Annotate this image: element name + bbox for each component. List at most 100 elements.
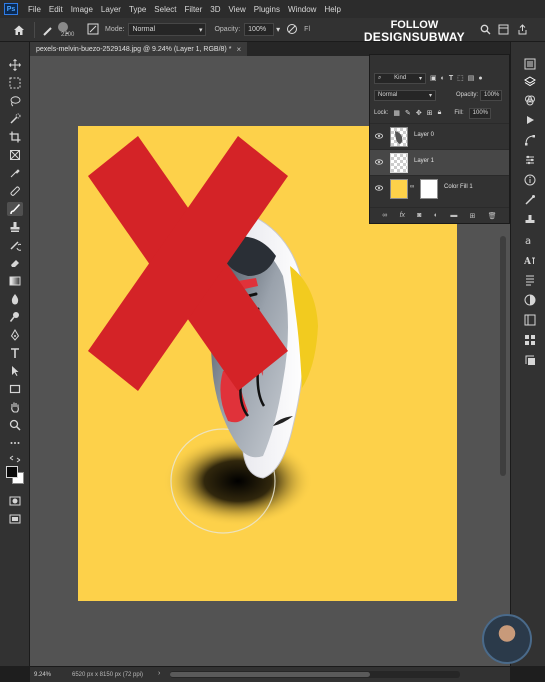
eye-icon[interactable] [375,132,383,140]
eyedropper-tool-icon[interactable] [7,166,23,180]
horizontal-scrollbar[interactable] [170,671,460,678]
quick-mask-icon[interactable] [7,494,23,508]
brushes-panel-icon[interactable] [524,194,536,206]
group-icon[interactable]: ▬ [450,212,457,219]
chevron-down-icon[interactable]: ▾ [276,25,280,34]
channels-panel-icon[interactable] [524,94,536,106]
swap-colors-icon[interactable] [7,454,23,464]
filter-toggle-icon[interactable]: ● [478,75,482,82]
filter-shape-icon[interactable]: ⬚ [457,74,464,82]
layer-name[interactable]: Layer 1 [414,158,434,164]
filter-pixel-icon[interactable]: ▣ [430,74,437,82]
mask-icon[interactable]: ◙ [417,212,421,219]
play-action-icon[interactable] [524,114,536,126]
brush-preset-picker[interactable]: 2200 [41,20,81,40]
pen-tool-icon[interactable] [7,328,23,342]
zoom-level[interactable]: 9.24% [30,672,72,678]
more-tools-icon[interactable] [7,436,23,450]
properties-panel-icon[interactable] [524,154,536,166]
layer-filter-select[interactable]: ⌕ Kind ▾ [374,72,426,84]
glyphs-panel-icon[interactable]: a [524,234,536,246]
photoshop-logo[interactable]: Ps [4,3,18,15]
home-icon[interactable] [10,21,28,39]
fx-icon[interactable]: fx [400,212,405,219]
lock-artboard-icon[interactable]: ⊞ [427,109,433,117]
menu-window[interactable]: Window [284,5,320,14]
paths-panel-icon[interactable] [524,134,536,146]
frame-tool-icon[interactable] [7,148,23,162]
adjustment-icon[interactable]: ◐ [434,212,438,219]
layer-row-0[interactable]: Layer 0 [370,123,509,149]
quick-selection-tool-icon[interactable] [7,112,23,126]
lock-position-icon[interactable]: ✥ [416,109,422,117]
type-tool-icon[interactable] [7,346,23,360]
path-selection-tool-icon[interactable] [7,364,23,378]
adjustments-panel-icon[interactable] [524,294,536,306]
gradient-tool-icon[interactable] [7,274,23,288]
opacity-input[interactable]: 100% [244,23,275,36]
clone-stamp-tool-icon[interactable] [7,220,23,234]
paragraph-panel-icon[interactable] [524,274,536,286]
brush-settings-icon[interactable] [87,23,101,37]
libraries-panel-icon[interactable] [524,314,536,326]
eye-icon[interactable] [375,158,383,166]
workspace-icon[interactable] [496,22,510,36]
crop-tool-icon[interactable] [7,130,23,144]
lock-image-icon[interactable]: ✎ [405,109,411,117]
menu-3d[interactable]: 3D [206,5,224,14]
filter-smart-object-icon[interactable]: ▤ [468,74,475,82]
layer-row-1[interactable]: Layer 1 [370,149,509,175]
menu-type[interactable]: Type [125,5,150,14]
history-brush-tool-icon[interactable] [7,238,23,252]
lasso-tool-icon[interactable] [7,94,23,108]
styles-panel-icon[interactable] [524,354,536,366]
lock-transparent-icon[interactable]: ▦ [393,109,400,117]
document-info[interactable]: 6520 px x 8150 px (72 ppi) [72,672,143,678]
eraser-tool-icon[interactable] [7,256,23,270]
brush-tool-icon[interactable] [7,202,23,216]
document-tab[interactable]: pexels-melvin-buezo-2529148.jpg @ 9.24% … [30,42,248,56]
close-icon[interactable]: × [236,45,241,54]
blend-mode-select[interactable]: Normal ▾ [374,89,436,101]
healing-brush-tool-icon[interactable] [7,184,23,198]
menu-image[interactable]: Image [67,5,97,14]
pressure-opacity-icon[interactable] [286,23,300,37]
character-panel-icon[interactable]: A [524,254,536,266]
lock-all-icon[interactable]: 🔒︎ [438,109,442,117]
filter-type-icon[interactable]: T [449,75,453,82]
menu-help[interactable]: Help [320,5,344,14]
info-panel-icon[interactable] [524,174,536,186]
menu-plugins[interactable]: Plugins [250,5,284,14]
swatches-panel-icon[interactable] [524,334,536,346]
foreground-color-swatch-top[interactable] [6,466,18,478]
screen-mode-icon[interactable] [7,512,23,526]
blur-tool-icon[interactable] [7,292,23,306]
trash-icon[interactable]: 🗑︎ [488,212,497,220]
zoom-tool-icon[interactable] [7,418,23,432]
layers-panel-icon[interactable] [524,76,536,88]
chevron-right-icon[interactable]: › [158,670,160,677]
scrollbar-thumb[interactable] [170,672,370,677]
layer-name[interactable]: Color Fill 1 [444,184,473,190]
share-icon[interactable] [515,22,529,36]
filter-adjustment-icon[interactable]: ◐ [441,75,445,82]
menu-view[interactable]: View [225,5,250,14]
clone-source-panel-icon[interactable] [524,214,536,226]
fill-input[interactable]: 100% [468,107,491,119]
layer-row-2[interactable]: ∞ Color Fill 1 [370,175,509,201]
menu-select[interactable]: Select [150,5,180,14]
dodge-tool-icon[interactable] [7,310,23,324]
marquee-tool-icon[interactable] [7,76,23,90]
move-tool-icon[interactable] [7,58,23,72]
rectangle-tool-icon[interactable] [7,382,23,396]
menu-layer[interactable]: Layer [97,5,125,14]
menu-file[interactable]: File [24,5,45,14]
search-icon[interactable] [478,22,492,36]
hand-tool-icon[interactable] [7,400,23,414]
layer-name[interactable]: Layer 0 [414,132,434,138]
eye-icon[interactable] [375,184,383,192]
menu-edit[interactable]: Edit [45,5,67,14]
layer-opacity-input[interactable]: 100% [480,89,503,101]
link-icon[interactable]: ∞ [382,212,387,219]
history-panel-icon[interactable] [524,58,536,70]
